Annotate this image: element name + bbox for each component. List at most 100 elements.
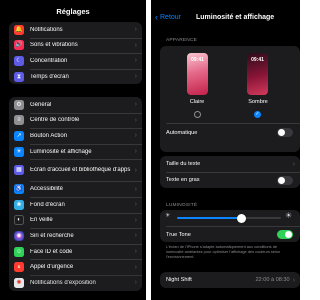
chevron-right-icon: ›: [134, 166, 137, 174]
light-mode-preview[interactable]: 09:41: [187, 53, 208, 95]
settings-item-focus[interactable]: ☾ Concentration ›: [9, 53, 142, 69]
night-shift-card: Night Shift 22:00 à 08:30 ›: [160, 272, 300, 288]
siri-icon: ◉: [14, 230, 24, 241]
brightness-slider-thumb[interactable]: [236, 213, 246, 223]
chevron-right-icon: ›: [134, 26, 137, 34]
night-shift-label: Night Shift: [166, 277, 192, 283]
chevron-right-icon: ›: [134, 132, 137, 140]
settings-item-standby[interactable]: ◐ En veille ›: [9, 212, 142, 229]
display-pane: ‹ Retour Luminosité et affichage APPAREN…: [151, 0, 300, 300]
divider: [166, 123, 300, 124]
night-shift-value: 22:00 à 08:30: [255, 277, 290, 283]
true-tone-footnote: L'écran de l'iPhone s'adapte automatique…: [166, 244, 281, 259]
wallpaper-icon: ❀: [14, 199, 24, 210]
settings-item-siri[interactable]: ◉ Siri et recherche ›: [9, 228, 142, 244]
settings-item-label: Général: [30, 101, 52, 108]
settings-item-label: Face ID et code: [30, 248, 73, 255]
settings-title: Réglages: [56, 7, 90, 16]
home-screen-icon: ▦: [14, 165, 24, 176]
bold-text-toggle[interactable]: [277, 175, 293, 185]
exposure-icon: ✺: [14, 277, 24, 288]
settings-pane: Réglages 🔔 Notifications › 🔊 Sons et vib…: [0, 0, 146, 300]
chevron-right-icon: ›: [134, 248, 137, 256]
chevron-right-icon: ›: [134, 201, 137, 209]
settings-item-wallpaper[interactable]: ❀ Fond d'écran ›: [9, 196, 142, 213]
bold-text-label: Texte en gras: [166, 177, 200, 183]
automatic-row: Automatique: [160, 125, 300, 140]
settings-item-emergency-sos[interactable]: S Appel d'urgence ›: [9, 259, 142, 275]
chevron-right-icon: ›: [134, 101, 137, 109]
chevron-right-icon: ›: [134, 57, 137, 65]
chevron-right-icon: ›: [134, 216, 137, 224]
switches-icon: ≡: [14, 115, 24, 126]
moon-icon: ☾: [14, 55, 24, 66]
sun-max-icon: ☀: [285, 211, 293, 220]
text-size-row[interactable]: Taille du texte ›: [160, 156, 300, 172]
back-label: Retour: [160, 14, 182, 21]
chevron-right-icon: ›: [134, 41, 137, 49]
night-shift-row[interactable]: Night Shift 22:00 à 08:30 ›: [160, 272, 300, 288]
settings-item-label: Notifications d'exposition: [30, 279, 96, 286]
bold-text-row: Texte en gras: [160, 172, 300, 188]
settings-group-1: 🔔 Notifications › 🔊 Sons et vibrations ›…: [9, 22, 142, 85]
text-size-label: Taille du texte: [166, 161, 201, 167]
true-tone-toggle[interactable]: [277, 230, 293, 239]
settings-item-action-button[interactable]: ↗ Bouton Action ›: [9, 128, 142, 144]
settings-item-label: Appel d'urgence: [30, 264, 74, 271]
settings-item-face-id[interactable]: ☺ Face ID et code ›: [9, 243, 142, 260]
settings-item-sounds[interactable]: 🔊 Sons et vibrations ›: [9, 37, 142, 54]
settings-item-notifications[interactable]: 🔔 Notifications ›: [9, 22, 142, 38]
settings-item-label: Fond d'écran: [30, 201, 65, 208]
settings-item-label: Bouton Action: [30, 132, 68, 139]
settings-item-label: Notifications: [30, 26, 63, 33]
chevron-right-icon: ›: [134, 232, 137, 240]
back-button[interactable]: ‹ Retour: [155, 12, 182, 22]
brightness-slider-fill: [177, 217, 242, 219]
settings-item-label: Sons et vibrations: [30, 42, 78, 49]
accessibility-icon: ♿: [14, 184, 24, 195]
settings-item-label: Siri et recherche: [30, 232, 74, 239]
dark-mode-preview[interactable]: 09:41: [247, 53, 268, 95]
action-button-icon: ↗: [14, 130, 24, 141]
toggle-knob: [278, 176, 285, 184]
chevron-right-icon: ›: [134, 73, 137, 81]
chevron-right-icon: ›: [134, 279, 137, 287]
speaker-icon: 🔊: [14, 40, 24, 51]
appearance-header: APPARENCE: [166, 38, 198, 43]
checkmark-icon: ✓: [255, 111, 260, 117]
settings-item-label: Centre de contrôle: [30, 117, 80, 124]
hourglass-icon: ⧗: [14, 71, 24, 82]
settings-item-label: Écran d'accueil et bibliothèque d'apps: [30, 166, 131, 173]
chevron-right-icon: ›: [292, 160, 295, 168]
settings-item-screen-time[interactable]: ⧗ Temps d'écran ›: [9, 68, 142, 85]
brightness-header: LUMINOSITÉ: [166, 203, 198, 208]
dark-preview-time: 09:41: [251, 57, 264, 63]
gear-icon: ⚙: [14, 99, 24, 110]
chevron-right-icon: ›: [134, 116, 137, 124]
toggle-knob: [278, 129, 285, 136]
text-card: Taille du texte › Texte en gras: [160, 156, 300, 188]
face-id-icon: ☺: [14, 246, 24, 257]
true-tone-label: True Tone: [166, 231, 191, 238]
chevron-right-icon: ›: [134, 148, 137, 156]
chevron-left-icon: ‹: [155, 12, 158, 22]
settings-item-home-screen[interactable]: ▦ Écran d'accueil et bibliothèque d'apps…: [9, 159, 142, 181]
dark-mode-label: Sombre: [248, 99, 268, 105]
true-tone-row: True Tone: [160, 227, 300, 242]
settings-item-accessibility[interactable]: ♿ Accessibilité ›: [9, 181, 142, 197]
settings-item-control-center[interactable]: ≡ Centre de contrôle ›: [9, 112, 142, 129]
settings-item-label: Luminosité et affichage: [30, 148, 92, 155]
chevron-right-icon: ›: [134, 185, 137, 193]
settings-item-label: En veille: [30, 217, 53, 224]
light-mode-radio[interactable]: [194, 111, 201, 118]
sos-icon: S: [14, 262, 24, 273]
dark-mode-radio[interactable]: ✓: [254, 111, 261, 118]
settings-item-exposure[interactable]: ✺ Notifications d'exposition ›: [9, 274, 142, 291]
settings-item-display[interactable]: ☀ Luminosité et affichage ›: [9, 143, 142, 160]
appearance-card: 09:41 Claire 09:41 Sombre ✓ Automatique: [160, 46, 300, 152]
automatic-toggle[interactable]: [277, 128, 293, 137]
sun-min-icon: ☀: [165, 213, 171, 219]
light-mode-label: Claire: [189, 99, 205, 105]
chevron-right-icon: ›: [134, 263, 137, 271]
settings-item-general[interactable]: ⚙ Général ›: [9, 97, 142, 113]
